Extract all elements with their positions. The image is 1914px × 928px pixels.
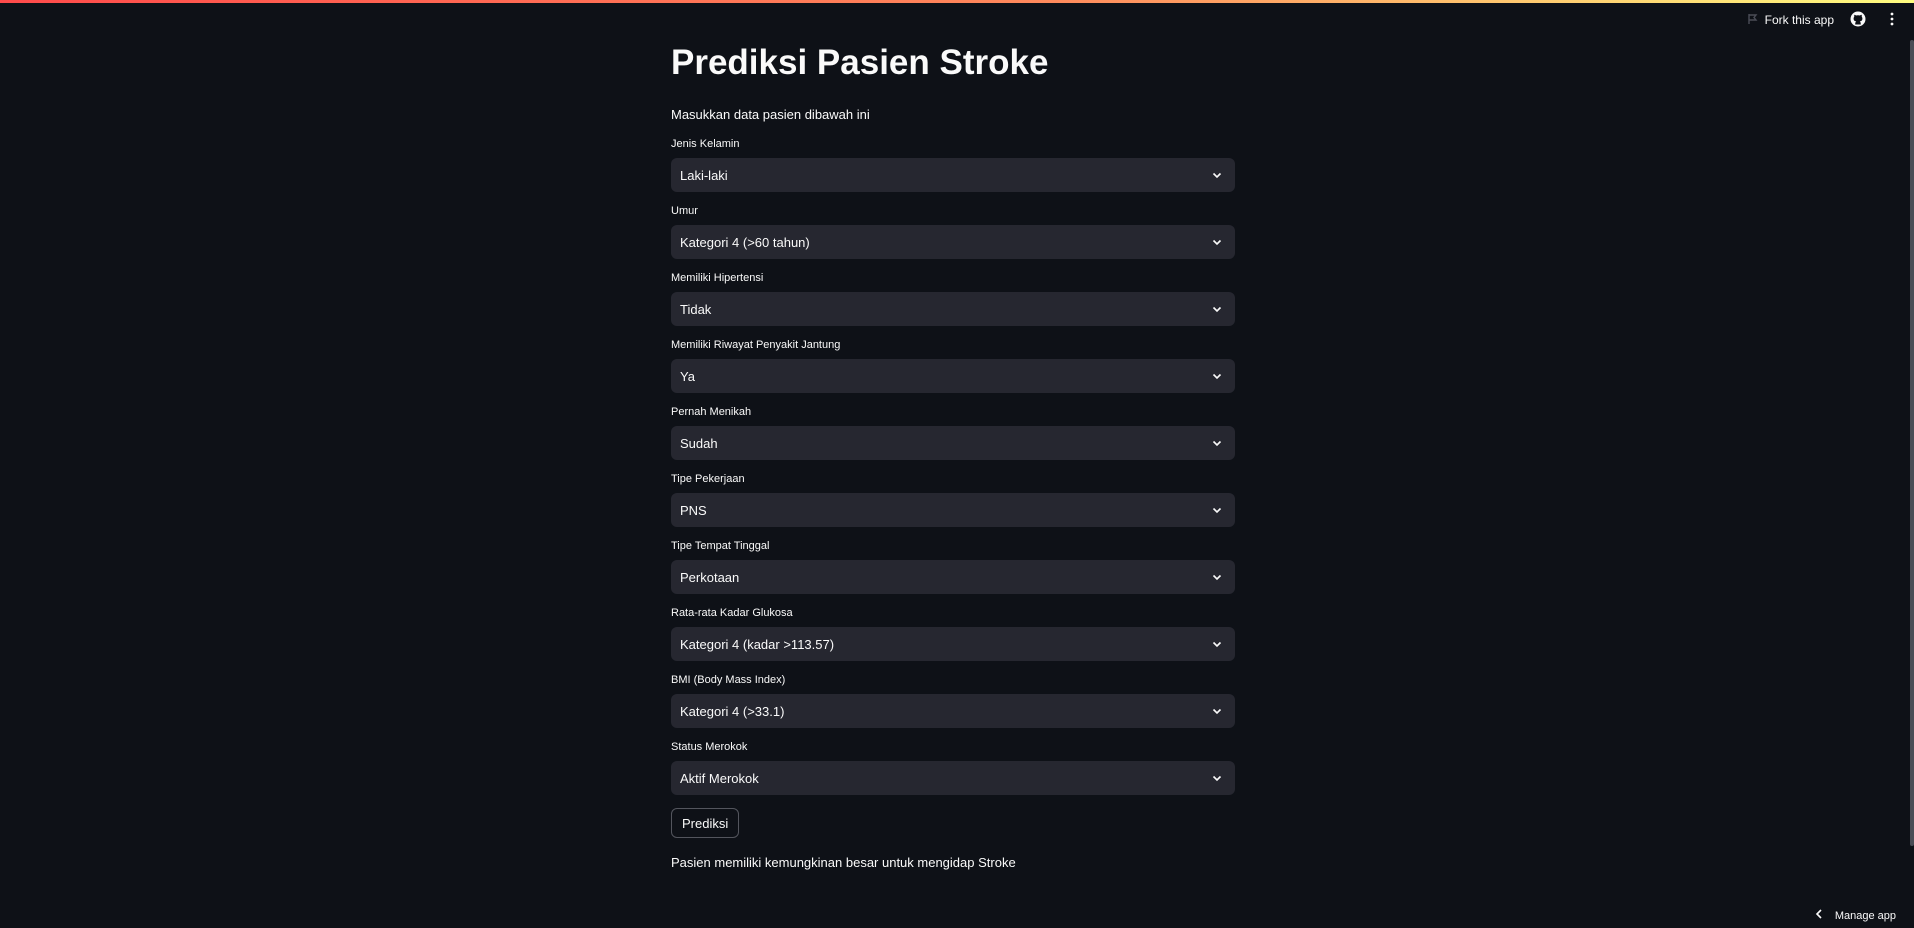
form-field: BMI (Body Mass Index) Kategori 4 (>33.1) — [671, 672, 1235, 728]
field-label: Jenis Kelamin — [671, 138, 740, 150]
chevron-down-icon — [1211, 571, 1223, 583]
more-options-button[interactable] — [1882, 10, 1902, 30]
form-fields: Jenis Kelamin Laki-laki Umur Kategori 4 (>6… — [671, 136, 1235, 795]
chevron-down-icon — [1211, 638, 1223, 650]
form-field: Pernah Menikah Sudah — [671, 404, 1235, 460]
manage-app-button[interactable]: Manage app — [1815, 909, 1896, 922]
chevron-down-icon — [1211, 705, 1223, 717]
github-icon — [1850, 11, 1866, 30]
form-field: Umur Kategori 4 (>60 tahun) — [671, 203, 1235, 259]
selected-value: Tidak — [680, 301, 712, 317]
select-dropdown[interactable]: Tidak — [671, 292, 1235, 326]
page-title: Prediksi Pasien Stroke — [671, 43, 1049, 82]
form-field: Tipe Pekerjaan PNS — [671, 471, 1235, 527]
github-button[interactable] — [1848, 10, 1868, 30]
page-scrollbar[interactable] — [1910, 40, 1914, 846]
field-label: Pernah Menikah — [671, 406, 752, 418]
field-label: Tipe Pekerjaan — [671, 473, 745, 485]
manage-app-label: Manage app — [1834, 909, 1896, 922]
main-content: Prediksi Pasien Stroke Masukkan data pas… — [671, 34, 1235, 873]
kebab-menu-icon — [1890, 12, 1894, 29]
top-decoration-bar — [0, 0, 1914, 3]
form-field: Tipe Tempat Tinggal Perkotaan — [671, 538, 1235, 594]
chevron-down-icon — [1211, 236, 1223, 248]
selected-value: Kategori 4 (>33.1) — [680, 703, 785, 719]
field-label: Status Merokok — [671, 741, 748, 753]
selected-value: Kategori 4 (>60 tahun) — [680, 234, 810, 250]
selected-value: Kategori 4 (kadar >113.57) — [680, 636, 835, 652]
select-dropdown[interactable]: Perkotaan — [671, 560, 1235, 594]
chevron-down-icon — [1211, 772, 1223, 784]
field-label: Memiliki Riwayat Penyakit Jantung — [671, 339, 841, 351]
select-dropdown[interactable]: Laki-laki — [671, 158, 1235, 192]
field-label: Memiliki Hipertensi — [671, 272, 764, 284]
fork-icon — [1747, 13, 1759, 28]
selected-value: PNS — [680, 502, 707, 518]
selected-value: Laki-laki — [680, 167, 728, 183]
select-dropdown[interactable]: Kategori 4 (>33.1) — [671, 694, 1235, 728]
chevron-down-icon — [1211, 370, 1223, 382]
field-label: Rata-rata Kadar Glukosa — [671, 607, 793, 619]
app-toolbar: Fork this app — [1747, 8, 1902, 32]
select-dropdown[interactable]: Sudah — [671, 426, 1235, 460]
select-dropdown[interactable]: Kategori 4 (>60 tahun) — [671, 225, 1235, 259]
field-label: Umur — [671, 205, 698, 217]
chevron-down-icon — [1211, 169, 1223, 181]
field-label: Tipe Tempat Tinggal — [671, 540, 770, 552]
chevron-down-icon — [1211, 437, 1223, 449]
predict-button[interactable]: Prediksi — [671, 808, 740, 838]
select-dropdown[interactable]: Aktif Merokok — [671, 761, 1235, 795]
chevron-down-icon — [1211, 303, 1223, 315]
page-subtitle: Masukkan data pasien dibawah ini — [671, 107, 870, 122]
fork-app-label: Fork this app — [1764, 13, 1834, 27]
select-dropdown[interactable]: PNS — [671, 493, 1235, 527]
selected-value: Aktif Merokok — [680, 770, 759, 786]
form-field: Status Merokok Aktif Merokok — [671, 739, 1235, 795]
select-dropdown[interactable]: Ya — [671, 359, 1235, 393]
selected-value: Perkotaan — [680, 569, 740, 585]
form-field: Memiliki Riwayat Penyakit Jantung Ya — [671, 337, 1235, 393]
chevron-left-icon — [1815, 909, 1823, 922]
selected-value: Ya — [680, 368, 695, 384]
form-field: Rata-rata Kadar Glukosa Kategori 4 (kadar… — [671, 605, 1235, 661]
select-dropdown[interactable]: Kategori 4 (kadar >113.57) — [671, 627, 1235, 661]
prediction-result: Pasien memiliki kemungkinan besar untuk … — [671, 855, 1016, 870]
selected-value: Sudah — [680, 435, 718, 451]
form-field: Memiliki Hipertensi Tidak — [671, 270, 1235, 326]
field-label: BMI (Body Mass Index) — [671, 674, 786, 686]
fork-app-button[interactable]: Fork this app — [1747, 13, 1834, 28]
chevron-down-icon — [1211, 504, 1223, 516]
form-field: Jenis Kelamin Laki-laki — [671, 136, 1235, 192]
